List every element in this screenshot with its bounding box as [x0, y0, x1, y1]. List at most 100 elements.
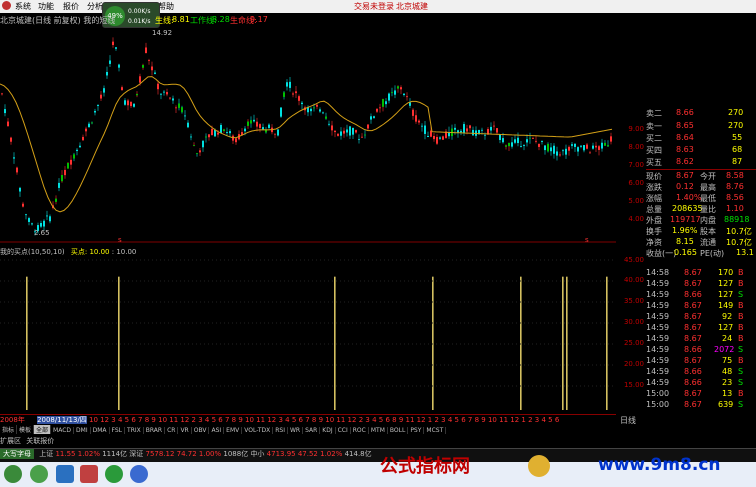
menu-item-function[interactable]: 功能 — [38, 1, 54, 12]
indicator-tab-trix[interactable]: TRIX — [125, 427, 144, 434]
trade-volume: 48 — [722, 367, 733, 376]
indicator-tab-全部[interactable]: 全部 — [34, 425, 52, 434]
date-tick: 12 — [347, 416, 359, 424]
candle-body — [139, 76, 141, 83]
indicator-tab-mtm[interactable]: MTM — [369, 427, 388, 434]
candle-body — [370, 116, 372, 120]
candle-body — [535, 140, 537, 142]
trade-row: 14:59 8.67 24 B — [646, 334, 756, 345]
candle-body — [58, 182, 60, 188]
app-icon[interactable] — [30, 465, 48, 483]
indicator-tab-boll[interactable]: BOLL — [388, 427, 409, 434]
indicator-tab-kdj[interactable]: KDJ — [320, 427, 336, 434]
indicator-tab-vol-tdx[interactable]: VOL-TDX — [242, 427, 274, 434]
menu-item-help[interactable]: 帮助 — [158, 1, 174, 12]
indicator-chart[interactable] — [0, 256, 616, 414]
indicator-tab-cr[interactable]: CR — [165, 427, 179, 434]
indicator-tab-psy[interactable]: PSY — [408, 427, 425, 434]
moving-average-line — [0, 76, 613, 213]
date-tick: 9 — [398, 416, 406, 424]
date-tick: 10 — [487, 416, 500, 424]
candle-body — [70, 159, 72, 165]
indicator-tab-模板[interactable]: 模板 — [17, 425, 35, 434]
candle-body — [472, 129, 474, 136]
login-status-link[interactable]: 交易未登录 — [354, 1, 394, 12]
start-icon[interactable] — [4, 465, 22, 483]
candle-body — [13, 157, 15, 159]
price-chart[interactable]: 14.92 2.65 s s — [0, 26, 616, 246]
trade-time: 15:00 — [646, 389, 670, 398]
candle-body — [502, 138, 504, 143]
candle-body — [517, 137, 519, 144]
buy-signal-bar — [26, 276, 28, 410]
stat-value: 0.12 — [676, 182, 694, 191]
candle-body — [505, 145, 507, 147]
stat-row: 涨跌 0.12 最高 8.76 — [646, 182, 756, 193]
trade-ticker: 14:58 8.67 170 B 14:59 8.67 127 B 14:59 8.66 127… — [646, 268, 756, 428]
order-book-row: 买五 8.62 87 — [646, 157, 756, 168]
indicator-tab-macd[interactable]: MACD — [51, 427, 75, 434]
candle-body — [481, 129, 483, 131]
stock-name-link[interactable]: 北京城建 — [396, 1, 428, 12]
input-mode-tab[interactable]: 大写字母 — [0, 449, 34, 459]
stat-value: 8.67 — [676, 171, 694, 180]
indicator-tab-rsi[interactable]: RSI — [273, 427, 288, 434]
candle-body — [604, 142, 606, 146]
indicator-tab-dmi[interactable]: DMI — [74, 427, 91, 434]
menu-item-quote[interactable]: 报价 — [63, 1, 79, 12]
stat-value: 10.7亿 — [726, 227, 752, 236]
indicator-tab-emv[interactable]: EMV — [224, 427, 243, 434]
indicator-tab-vr[interactable]: VR — [178, 427, 192, 434]
trade-volume: 127 — [718, 290, 734, 299]
indicator-tab-wr[interactable]: WR — [288, 427, 304, 434]
candle-body — [1, 93, 3, 95]
candle-body — [319, 109, 321, 112]
candle-body — [367, 124, 369, 129]
trade-row: 14:58 8.67 170 B — [646, 268, 756, 279]
indicator-tab-dma[interactable]: DMA — [91, 427, 110, 434]
browser-icon[interactable] — [130, 465, 148, 483]
candle-body — [118, 64, 120, 68]
stat-label: 内盘 — [700, 216, 716, 225]
indicator-tab-fsl[interactable]: FSL — [110, 427, 126, 434]
trade-row: 15:00 8.67 13 B — [646, 389, 756, 400]
indicator-tick: 20.00 — [623, 360, 644, 368]
candle-body — [553, 145, 555, 154]
trade-row: 14:59 8.67 149 B — [646, 301, 756, 312]
indicator-tab-mcst[interactable]: MCST — [424, 427, 447, 434]
candle-body — [145, 47, 147, 54]
candle-body — [394, 90, 396, 95]
stat-label: 涨幅 — [646, 194, 662, 203]
indicator-tab-obv[interactable]: OBV — [192, 427, 210, 434]
stat-label: 换手 — [646, 227, 662, 236]
candle-body — [226, 132, 228, 134]
indicator-tab-asi[interactable]: ASI — [209, 427, 225, 434]
status-item: 上证 — [39, 450, 56, 458]
period-label[interactable]: 日线 — [620, 415, 636, 426]
expand-tab[interactable]: 扩展区 — [0, 437, 21, 445]
trade-price: 8.67 — [684, 312, 702, 321]
trade-time: 14:59 — [646, 356, 670, 365]
related-quote-tab[interactable]: 关联报价 — [26, 437, 54, 445]
app-icon[interactable] — [56, 465, 74, 483]
candle-body — [100, 94, 102, 99]
candle-body — [403, 93, 405, 96]
order-book-label: 卖一 — [646, 122, 662, 131]
candle-body — [127, 100, 129, 106]
indicator-tab-brar[interactable]: BRAR — [144, 427, 166, 434]
menu-item-analysis[interactable]: 分析 — [87, 1, 103, 12]
date-axis-highlight[interactable]: 2008/11/13/四 — [37, 416, 87, 424]
indicator-tab-指标[interactable]: 指标 — [0, 425, 18, 434]
indicator-tab-roc[interactable]: ROC — [351, 427, 369, 434]
indicator-tick: 25.00 — [623, 339, 644, 347]
app-icon[interactable] — [105, 465, 123, 483]
candle-body — [544, 145, 546, 151]
candle-body — [334, 130, 336, 133]
indicator-tab-sar[interactable]: SAR — [303, 427, 321, 434]
menu-item-system[interactable]: 系统 — [15, 1, 31, 12]
signal-marker-s1: s — [118, 236, 122, 244]
indicator-tab-cci[interactable]: CCI — [336, 427, 351, 434]
date-tick: 10 — [89, 416, 101, 424]
app-icon[interactable] — [80, 465, 98, 483]
status-item: 1114亿 — [102, 450, 130, 458]
